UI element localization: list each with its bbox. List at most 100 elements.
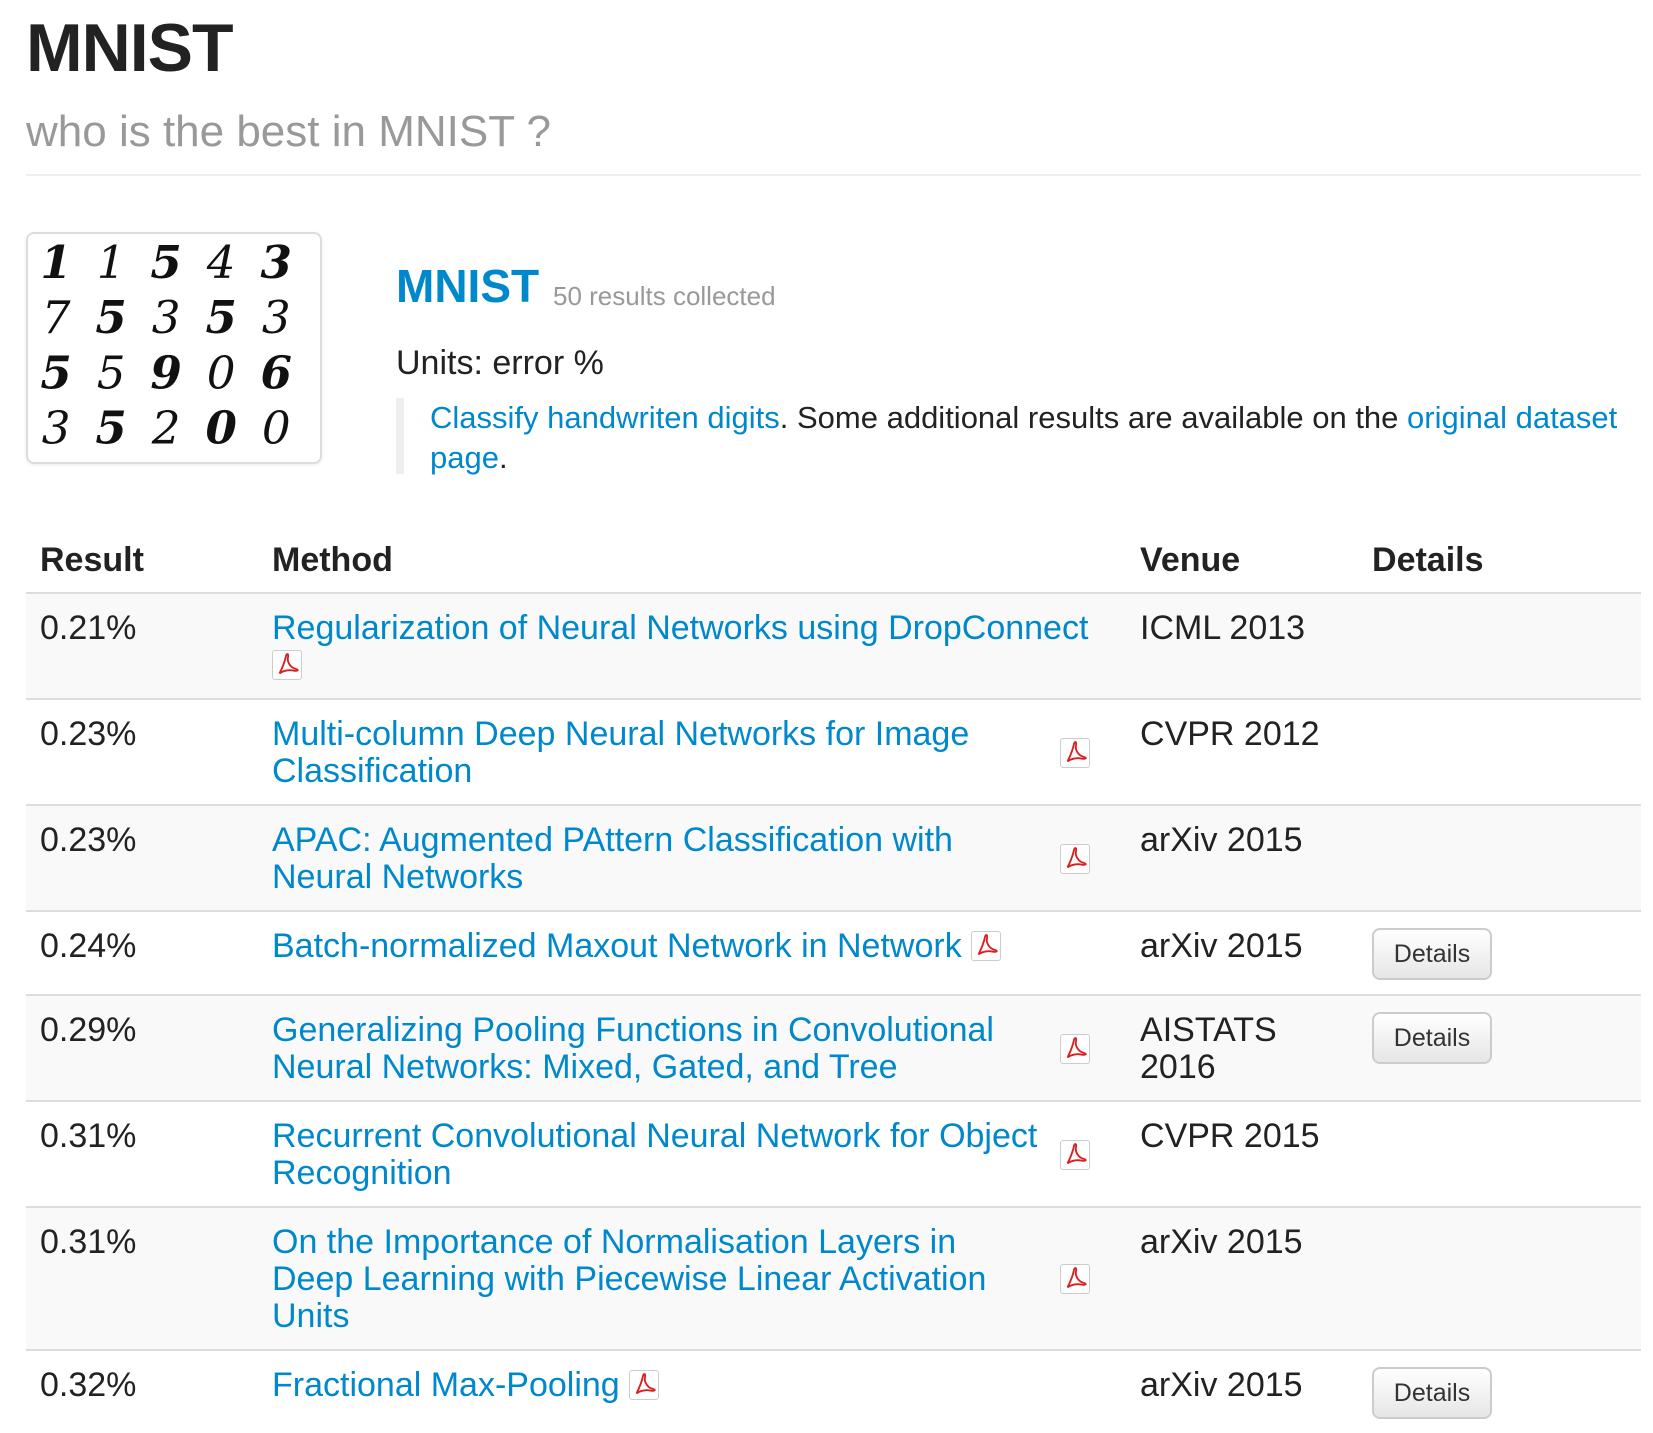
digit-glyph: 5 — [40, 346, 71, 399]
venue-value: arXiv 2015 — [1126, 1206, 1359, 1350]
page-subtitle: who is the best in MNIST ? — [26, 107, 551, 156]
venue-value: arXiv 2015 — [1126, 804, 1359, 911]
method-cell: Generalizing Pooling Functions in Convol… — [258, 994, 1060, 1101]
digit-glyph: 1 — [97, 236, 126, 289]
venue-value: CVPR 2012 — [1126, 698, 1359, 805]
method-cell: Multi-column Deep Neural Networks for Im… — [258, 698, 1060, 805]
digit-glyph: 0 — [262, 401, 291, 454]
method-cell: Batch-normalized Maxout Network in Netwo… — [258, 910, 1127, 995]
digit-glyph: 3 — [42, 401, 71, 454]
method-cell: APAC: Augmented PAttern Classification w… — [258, 804, 1060, 911]
dataset-thumbnail: 11543753535590635200 — [26, 232, 322, 464]
table-row: 0.23% Multi-column Deep Neural Networks f… — [26, 698, 1641, 805]
header-divider — [26, 174, 1641, 176]
details-cell — [1358, 804, 1641, 911]
table-row: 0.31% On the Importance of Normalisation … — [26, 1206, 1641, 1350]
digit-glyph: 5 — [97, 346, 126, 399]
details-cell: Details — [1358, 910, 1641, 995]
digit-glyph: 5 — [205, 291, 236, 344]
table-row: 0.24% Batch-normalized Maxout Network in … — [26, 910, 1641, 995]
digit-glyph: 6 — [260, 346, 291, 399]
digit-glyph: 0 — [205, 401, 236, 454]
digit-glyph: 5 — [95, 291, 126, 344]
result-value: 0.32% — [26, 1349, 258, 1433]
header-method: Method — [258, 530, 1127, 594]
venue-value: CVPR 2015 — [1126, 1100, 1359, 1207]
method-link[interactable]: Batch-normalized Maxout Network in Netwo… — [272, 927, 962, 965]
table-row: 0.21% Regularization of Neural Networks u… — [26, 592, 1641, 699]
digit-glyph: 7 — [42, 291, 71, 344]
pdf-cell — [1060, 804, 1127, 911]
method-link[interactable]: Regularization of Neural Networks using … — [272, 609, 1088, 647]
digit-glyph: 3 — [262, 291, 291, 344]
table-header-row: Result Method Venue Details — [26, 530, 1641, 594]
pdf-icon[interactable] — [971, 931, 1002, 962]
method-link[interactable]: Recurrent Convolutional Neural Network f… — [272, 1117, 1037, 1192]
header-venue: Venue — [1126, 530, 1359, 594]
digit-glyph: 4 — [206, 236, 236, 289]
venue-value: ICML 2013 — [1126, 592, 1359, 699]
pdf-icon[interactable] — [1060, 737, 1090, 768]
digit-glyph: 5 — [95, 401, 126, 454]
method-link[interactable]: Fractional Max-Pooling — [272, 1366, 620, 1404]
details-button[interactable]: Details — [1372, 1367, 1493, 1419]
pdf-icon[interactable] — [1060, 1139, 1090, 1170]
dataset-name-link[interactable]: MNIST — [396, 256, 539, 316]
pdf-cell — [1060, 1100, 1127, 1207]
digit-glyph: 5 — [150, 236, 181, 289]
result-value: 0.29% — [26, 994, 258, 1101]
pdf-cell — [1060, 994, 1127, 1101]
digit-glyph: 0 — [207, 346, 236, 399]
digit-glyph: 9 — [150, 346, 181, 399]
details-cell — [1358, 592, 1641, 699]
result-value: 0.31% — [26, 1100, 258, 1207]
venue-value: arXiv 2015 — [1126, 910, 1359, 995]
pdf-icon[interactable] — [629, 1370, 660, 1401]
details-button[interactable]: Details — [1372, 1012, 1493, 1064]
table-row: 0.29% Generalizing Pooling Functions in C… — [26, 994, 1641, 1101]
header-result: Result — [26, 530, 258, 594]
digit-glyph: 3 — [152, 291, 181, 344]
pdf-icon[interactable] — [1060, 843, 1090, 874]
venue-value: AISTATS 2016 — [1126, 994, 1359, 1101]
header-details: Details — [1358, 530, 1641, 594]
description-text: . Some additional results are available … — [779, 400, 1408, 435]
result-value: 0.21% — [26, 592, 258, 699]
method-link[interactable]: APAC: Augmented PAttern Classification w… — [272, 821, 953, 896]
result-value: 0.23% — [26, 804, 258, 911]
digit-glyph: 1 — [40, 236, 71, 289]
dataset-description: Classify handwriten digits. Some additio… — [396, 398, 1641, 475]
digit-glyph: 2 — [151, 401, 181, 454]
method-cell: Recurrent Convolutional Neural Network f… — [258, 1100, 1060, 1207]
table-row: 0.32% Fractional Max-Pooling arXiv 2015 De… — [26, 1349, 1641, 1433]
results-count: 50 results collected — [553, 281, 776, 311]
results-table: Result Method Venue Details 0.21% Regular… — [26, 530, 1641, 1433]
details-button[interactable]: Details — [1372, 928, 1493, 980]
pdf-icon[interactable] — [272, 650, 302, 681]
page-title: MNIST — [26, 10, 234, 86]
details-cell — [1358, 698, 1641, 805]
units-label: Units: error % — [396, 344, 604, 382]
result-value: 0.24% — [26, 910, 258, 995]
pdf-cell — [1060, 1206, 1127, 1350]
pdf-icon[interactable] — [1060, 1264, 1090, 1295]
pdf-cell — [1060, 698, 1127, 805]
details-cell: Details — [1358, 1349, 1641, 1433]
digit-glyph: 3 — [260, 236, 291, 289]
result-value: 0.23% — [26, 698, 258, 805]
method-link[interactable]: Multi-column Deep Neural Networks for Im… — [272, 715, 969, 790]
details-cell — [1358, 1100, 1641, 1207]
mnist-digits-image: 1 1 5 4 37 5 3 5 35 5 9 0 63 5 2 0 0 — [40, 236, 292, 454]
table-row: 0.23% APAC: Augmented PAttern Classificat… — [26, 804, 1641, 911]
method-link[interactable]: On the Importance of Normalisation Layer… — [272, 1223, 986, 1335]
method-link[interactable]: Generalizing Pooling Functions in Convol… — [272, 1011, 994, 1086]
table-row: 0.31% Recurrent Convolutional Neural Netw… — [26, 1100, 1641, 1207]
method-cell: Fractional Max-Pooling — [258, 1349, 1127, 1433]
pdf-icon[interactable] — [1060, 1033, 1090, 1064]
description-end: . — [498, 440, 508, 475]
method-cell: On the Importance of Normalisation Layer… — [258, 1206, 1060, 1350]
classify-digits-link[interactable]: Classify handwriten digits — [430, 400, 780, 435]
venue-value: arXiv 2015 — [1126, 1349, 1359, 1433]
details-cell — [1358, 1206, 1641, 1350]
method-cell: Regularization of Neural Networks using … — [258, 592, 1127, 699]
